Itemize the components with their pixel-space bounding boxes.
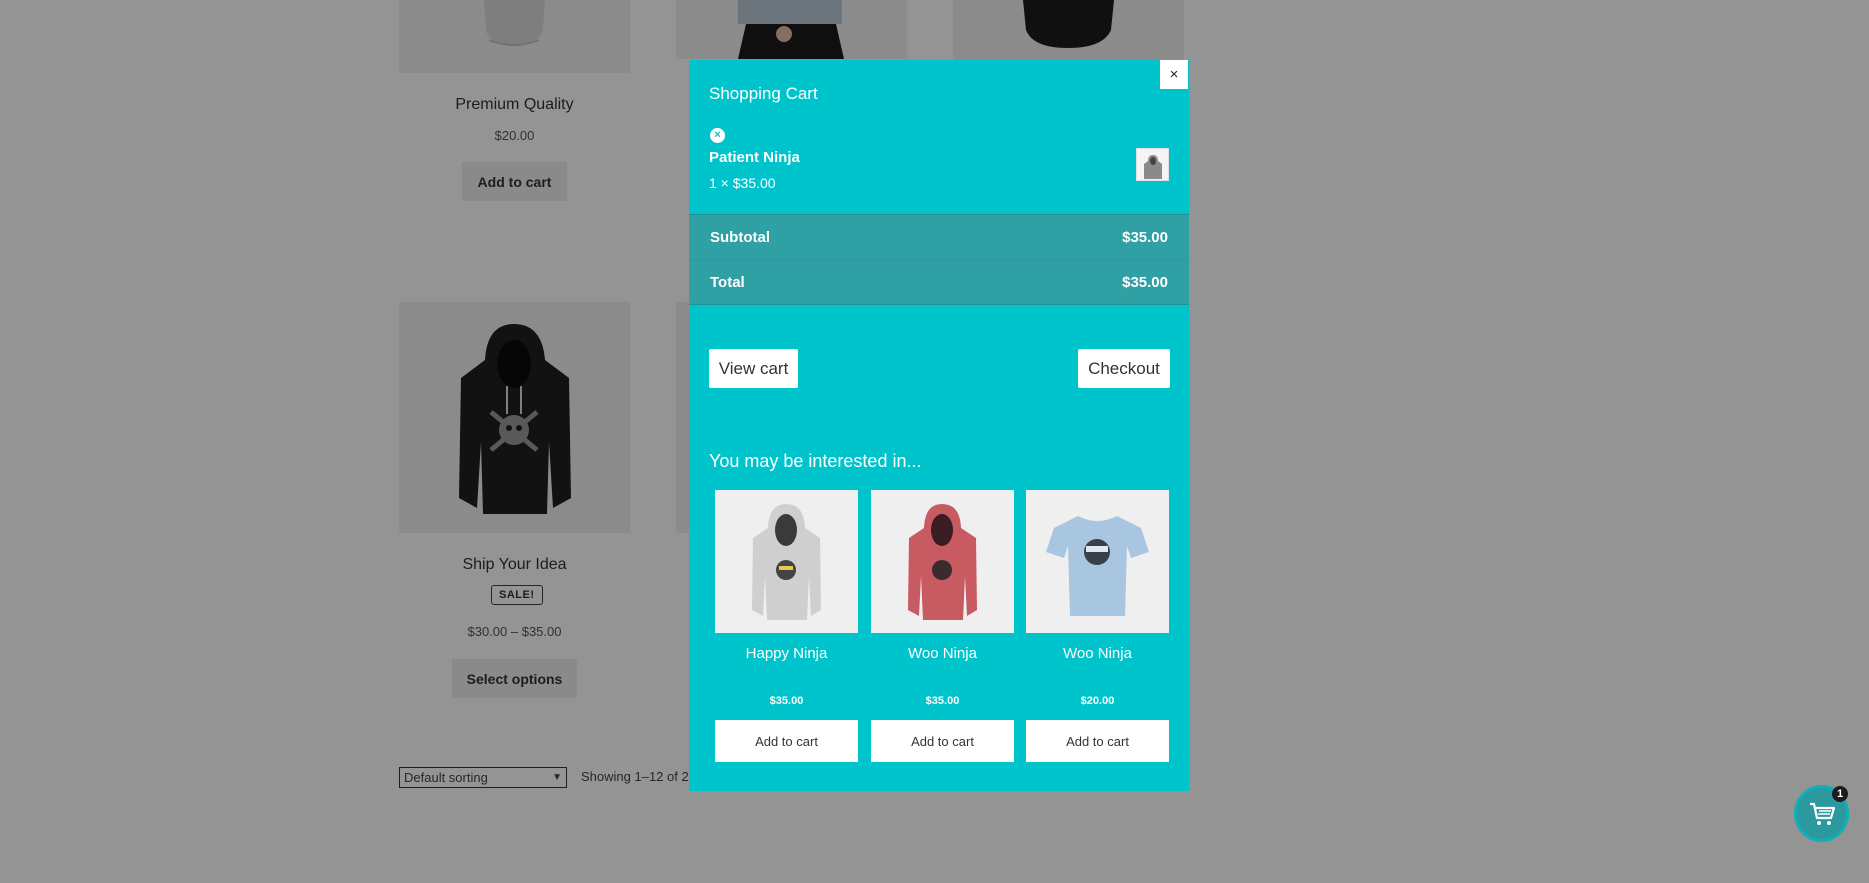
recommendation-name[interactable]: Happy Ninja bbox=[715, 645, 858, 662]
recommendation-add-to-cart-button[interactable]: Add to cart bbox=[1026, 720, 1169, 762]
recommendation-add-to-cart-button[interactable]: Add to cart bbox=[715, 720, 858, 762]
cart-count-badge: 1 bbox=[1832, 786, 1848, 802]
cart-item-thumbnail[interactable] bbox=[1136, 148, 1169, 181]
total-value: $35.00 bbox=[1122, 274, 1168, 291]
recommendation-image[interactable] bbox=[715, 490, 858, 633]
view-cart-button[interactable]: View cart bbox=[709, 349, 798, 388]
recommendation-price: $35.00 bbox=[925, 695, 960, 707]
cart-item-quantity-price: 1 × $35.00 bbox=[709, 175, 776, 191]
upsell-title: You may be interested in... bbox=[709, 451, 922, 471]
recommendation-price: $20.00 bbox=[1080, 695, 1115, 707]
recommendation-image[interactable] bbox=[871, 490, 1014, 633]
total-row: Total $35.00 bbox=[710, 274, 1168, 291]
recommendation-price: $35.00 bbox=[769, 695, 804, 707]
modal-title: Shopping Cart bbox=[709, 84, 818, 103]
remove-item-icon[interactable]: × bbox=[710, 128, 725, 143]
recommendation-image[interactable] bbox=[1026, 490, 1169, 633]
recommendation-add-to-cart-button[interactable]: Add to cart bbox=[871, 720, 1014, 762]
shopping-cart-icon bbox=[1809, 802, 1835, 825]
subtotal-row: Subtotal $35.00 bbox=[710, 229, 1168, 246]
shopping-cart-modal: Shopping Cart × Patient Ninja 1 × $35.00… bbox=[689, 60, 1189, 791]
total-label: Total bbox=[710, 274, 745, 291]
cart-totals: Subtotal $35.00 Total $35.00 bbox=[689, 214, 1189, 305]
subtotal-label: Subtotal bbox=[710, 229, 770, 246]
cart-item-name[interactable]: Patient Ninja bbox=[709, 149, 800, 166]
recommendation-name[interactable]: Woo Ninja bbox=[871, 645, 1014, 662]
totals-divider bbox=[689, 260, 1189, 261]
close-modal-button[interactable]: × bbox=[1160, 60, 1188, 89]
checkout-button[interactable]: Checkout bbox=[1078, 349, 1170, 388]
subtotal-value: $35.00 bbox=[1122, 229, 1168, 246]
recommendation-name[interactable]: Woo Ninja bbox=[1026, 645, 1169, 662]
